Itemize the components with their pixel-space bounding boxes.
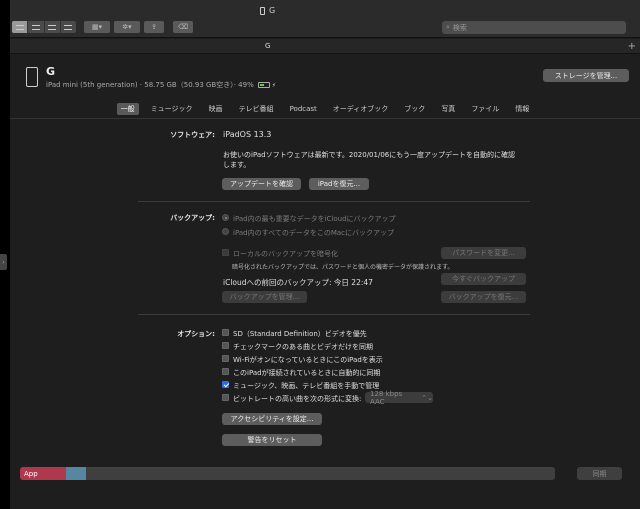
restore-ipad-button[interactable]: iPadを復元... [309, 178, 369, 190]
backup-mac-label: iPad内のすべてのデータをこのMacにバックアップ [233, 229, 394, 237]
manage-backups-button[interactable]: バックアップを管理... [222, 291, 307, 303]
tab-title[interactable]: G [265, 42, 270, 50]
charging-bolt-icon: ⚡ [271, 81, 276, 89]
gallery-view-button[interactable] [61, 21, 76, 33]
encrypt-backup-checkbox[interactable] [222, 249, 229, 256]
content-tab[interactable]: ブック [400, 103, 429, 115]
bitrate-value: 128 kbps AAC [370, 389, 403, 406]
content-tab[interactable]: 写真 [437, 103, 459, 115]
search-icon: ⌕ [446, 23, 450, 31]
content-tab[interactable]: ファイル [467, 103, 503, 115]
finder-window: G ▦ ▾ ✲ ▾ ⇪ ⌫ ⌕ 検索 G + G iPad mini (5th … [10, 0, 640, 509]
option-checkbox[interactable] [222, 329, 229, 336]
view-mode-segmented-control[interactable] [12, 21, 76, 33]
column-view-button[interactable] [45, 21, 61, 33]
content-tabs: 一般 ミュージック 映画 テレビ番組 Podcast オーディオブック ブック 写真 ファイル情… [10, 102, 640, 116]
tab-bar: G + [10, 39, 640, 54]
content-tab[interactable]: Podcast [286, 104, 321, 114]
device-info-text: iPad mini (5th generation) · 58.75 GB（50… [46, 81, 254, 89]
backup-mac-radio[interactable] [222, 228, 229, 235]
software-status-line1: お使いのiPadソフトウェアは最新です。2020/01/06にもう一度アップデー… [223, 151, 516, 159]
sidebar-collapse-handle[interactable]: › [0, 254, 7, 270]
search-placeholder: 検索 [452, 23, 467, 32]
sync-button[interactable]: 同期 [577, 467, 622, 480]
content-tab[interactable]: オーディオブック [329, 103, 393, 115]
tabs-divider [10, 118, 640, 119]
battery-icon [257, 82, 270, 88]
software-version: iPadOS 13.3 [223, 130, 272, 139]
grid-icon: ▦ [91, 23, 99, 31]
content-tab[interactable]: 映画 [205, 103, 227, 115]
backup-now-button[interactable]: 今すぐバックアップ [441, 273, 526, 285]
option-label: ビットレートの高い曲を次の形式に変換: [233, 395, 362, 403]
backup-icloud-radio[interactable] [222, 214, 229, 221]
new-tab-plus-icon[interactable]: + [628, 41, 636, 52]
content-tab[interactable]: 情報 [511, 103, 533, 115]
option-label: チェックマークのある曲とビデオだけを同期 [233, 343, 373, 351]
option-label: Wi-FiがオンになっているときにこのiPadを表示 [233, 356, 383, 364]
storage-app-label: App [24, 469, 38, 478]
option-checkbox[interactable] [222, 355, 229, 362]
change-password-button[interactable]: パスワードを変更... [441, 247, 526, 259]
tag-icon: ⌫ [178, 23, 188, 31]
software-label: ソフトウェア: [170, 131, 215, 139]
encrypt-backup-label: ローカルのバックアップを暗号化 [233, 250, 338, 258]
option-label: ミュージック、映画、テレビ番組を手動で管理 [233, 382, 380, 390]
options-label: オプション: [177, 330, 215, 338]
ipad-icon [260, 6, 265, 15]
restore-backup-button[interactable]: バックアップを復元... [441, 291, 526, 303]
option-checkbox[interactable] [222, 342, 229, 349]
content-tab[interactable]: ミュージック [147, 103, 197, 115]
option-checkbox[interactable] [222, 394, 229, 401]
backup-label: バックアップ: [170, 214, 215, 222]
option-label: SD（Standard Definition）ビデオを優先 [233, 330, 367, 338]
share-button[interactable]: ⇪ [144, 21, 164, 33]
gallery-view-icon [64, 24, 73, 30]
backup-icloud-label: iPad内の最も重要なデータをiCloudにバックアップ [233, 215, 396, 223]
chevron-down-icon: ▾ [98, 23, 103, 31]
share-icon: ⇪ [151, 23, 157, 31]
device-info: iPad mini (5th generation) · 58.75 GB（50… [46, 80, 276, 90]
device-name: G [46, 65, 56, 78]
section-separator [138, 314, 530, 315]
bitrate-select[interactable]: 128 kbps AAC ⌃⌄ [365, 389, 433, 406]
section-separator [138, 201, 530, 202]
software-status-line2: します。 [223, 161, 251, 169]
search-input[interactable]: ⌕ 検索 [442, 21, 626, 34]
last-backup-text: iCloudへの前回のバックアップ: 今日 22:47 [223, 278, 373, 287]
group-button[interactable]: ▦ ▾ [84, 21, 110, 33]
list-view-button[interactable] [28, 21, 45, 33]
storage-app-segment: App [20, 467, 66, 480]
option-checkbox[interactable] [222, 381, 229, 388]
storage-bar: App [20, 467, 555, 480]
manage-storage-button[interactable]: ストレージを管理... [543, 69, 629, 82]
window-title: G [260, 6, 275, 15]
storage-other-segment [66, 467, 86, 480]
action-button[interactable]: ✲ ▾ [114, 21, 140, 33]
option-checkbox[interactable] [222, 368, 229, 375]
battery-fill [259, 84, 264, 86]
reset-warnings-button[interactable]: 警告をリセット [222, 434, 322, 446]
tags-button[interactable]: ⌫ [173, 21, 193, 33]
check-update-button[interactable]: アップデートを確認 [222, 178, 301, 190]
option-label: このiPadが接続されているときに自動的に同期 [233, 369, 381, 377]
icon-view-icon [15, 24, 24, 30]
column-view-icon [48, 24, 57, 30]
encrypt-note: 暗号化されたバックアップでは、パスワードと個人の機密データが保護されます。 [232, 264, 454, 271]
window-title-text: G [269, 6, 276, 15]
accessibility-button[interactable]: アクセシビリティを設定... [222, 413, 322, 425]
content-tab[interactable]: テレビ番組 [235, 103, 278, 115]
chevron-down-icon: ▾ [128, 23, 132, 31]
icon-view-button[interactable] [12, 21, 29, 33]
list-view-icon [31, 24, 40, 30]
select-arrows-icon: ⌃⌄ [421, 393, 433, 402]
device-header: G iPad mini (5th generation) · 58.75 GB（… [10, 55, 640, 97]
ipad-device-icon [26, 67, 38, 87]
title-bar: G ▦ ▾ ✲ ▾ ⇪ ⌫ ⌕ 検索 [10, 0, 640, 38]
content-tab[interactable]: 一般 [116, 103, 139, 115]
